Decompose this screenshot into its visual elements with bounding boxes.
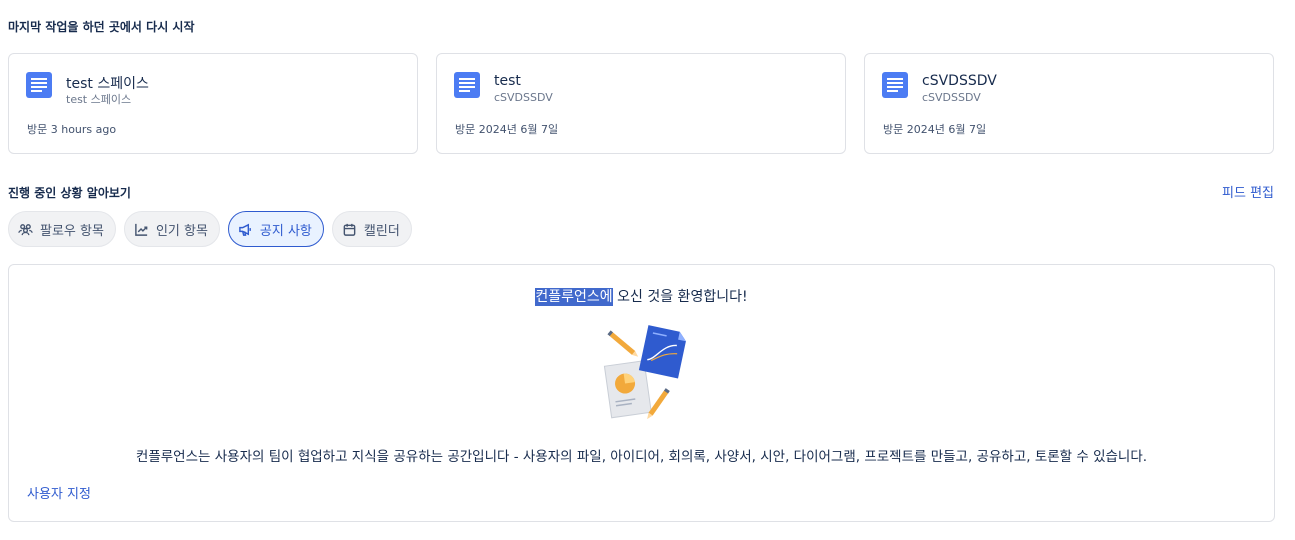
recent-card[interactable]: test 스페이스 test 스페이스 방문 3 hours ago (8, 53, 418, 154)
people-icon (18, 223, 33, 235)
card-visit-time: 방문 2024년 6월 7일 (455, 123, 559, 136)
tab-calendar[interactable]: 캘린더 (331, 211, 412, 247)
feed-tabs: 팔로우 항목 인기 항목 공지 사항 캘린더 (8, 211, 412, 247)
trend-icon (135, 223, 148, 236)
customize-link[interactable]: 사용자 지정 (27, 483, 91, 502)
welcome-highlight: 컨플루언스에 (535, 288, 613, 306)
tab-following[interactable]: 팔로우 항목 (8, 211, 116, 247)
tab-popular[interactable]: 인기 항목 (123, 211, 220, 247)
card-visit-time: 방문 3 hours ago (27, 123, 117, 136)
welcome-text: 오신 것을 환영합니다! (612, 289, 748, 305)
tab-announcements[interactable]: 공지 사항 (227, 211, 324, 247)
tab-label: 공지 사항 (259, 223, 312, 239)
documents-illustration (603, 325, 686, 420)
tab-label: 인기 항목 (155, 223, 208, 239)
calendar-icon (343, 223, 356, 236)
card-title: cSVDSSDV (922, 73, 997, 89)
card-space-name: cSVDSSDV (494, 91, 553, 104)
recent-card[interactable]: test cSVDSSDV 방문 2024년 6월 7일 (436, 53, 846, 154)
tab-label: 캘린더 (363, 223, 400, 239)
edit-feed-link[interactable]: 피드 편집 (1222, 182, 1274, 201)
card-title: test 스페이스 (66, 76, 149, 92)
recent-section-title: 마지막 작업을 하던 곳에서 다시 시작 (8, 20, 195, 34)
card-space-name: test 스페이스 (66, 93, 132, 106)
document-icon (26, 72, 52, 98)
feed-section-title: 진행 중인 상황 알아보기 (8, 186, 131, 200)
card-title: test (494, 73, 521, 89)
announcement-description: 컨플루언스는 사용자의 팀이 협업하고 지식을 공유하는 공간입니다 - 사용자… (135, 449, 1148, 465)
tab-label: 팔로우 항목 (40, 223, 104, 239)
document-icon (882, 72, 908, 98)
recent-card[interactable]: cSVDSSDV cSVDSSDV 방문 2024년 6월 7일 (864, 53, 1274, 154)
megaphone-icon (239, 223, 251, 236)
card-space-name: cSVDSSDV (922, 91, 981, 104)
card-visit-time: 방문 2024년 6월 7일 (883, 123, 987, 136)
document-icon (454, 72, 480, 98)
announcement-panel: 컨플루언스에 오신 것을 환영합니다! 컨플루언스는 사용자의 팀이 협업하고 … (8, 264, 1275, 522)
welcome-heading: 컨플루언스에 오신 것을 환영합니다! (9, 286, 1274, 306)
